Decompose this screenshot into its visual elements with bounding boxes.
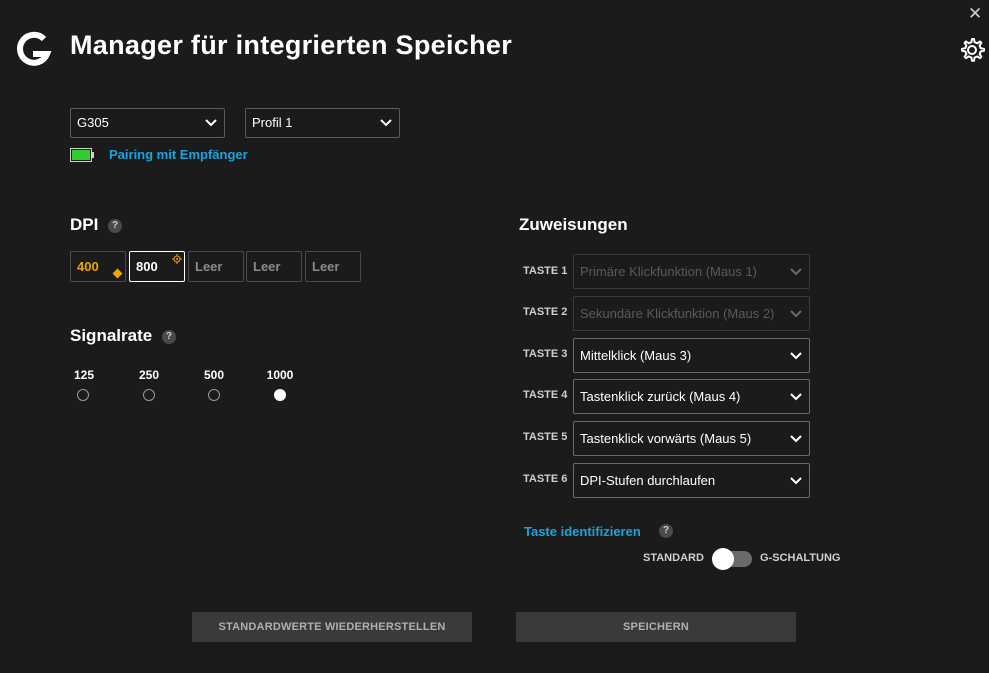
- signalrate-heading-text: Signalrate: [70, 326, 153, 345]
- rate-label-250: 250: [138, 368, 160, 382]
- rate-radio-1000[interactable]: [274, 389, 286, 401]
- assignment-value-1: Primäre Klickfunktion (Maus 1): [580, 264, 757, 279]
- logitech-g-logo-icon: [17, 31, 52, 66]
- assignment-value-6: DPI-Stufen durchlaufen: [580, 473, 716, 488]
- page-title: Manager für integrierten Speicher: [70, 30, 513, 60]
- dpi-stage-1[interactable]: 400: [70, 251, 126, 282]
- device-select[interactable]: G305: [70, 108, 225, 138]
- dpi-stage-2[interactable]: 800: [129, 251, 185, 282]
- chevron-down-icon: [790, 393, 802, 401]
- assignment-value-2: Sekundäre Klickfunktion (Maus 2): [580, 306, 775, 321]
- dpi-heading: DPI ?: [70, 215, 123, 235]
- key-label-6: TASTE 6: [523, 473, 568, 485]
- key-label-2: TASTE 2: [523, 306, 568, 318]
- dpi-help-icon[interactable]: ?: [108, 218, 123, 233]
- dpi-stage-2-value: 800: [136, 259, 158, 274]
- chevron-down-icon: [790, 268, 802, 276]
- assignment-value-3: Mittelklick (Maus 3): [580, 348, 692, 363]
- assignment-value-5: Tastenklick vorwärts (Maus 5): [580, 431, 752, 446]
- rate-label-1000: 1000: [266, 368, 294, 382]
- identify-key-link[interactable]: Taste identifizieren: [524, 524, 641, 539]
- restore-defaults-button[interactable]: STANDARDWERTE WIEDERHERSTELLEN: [192, 612, 472, 642]
- assignments-heading: Zuweisungen: [519, 215, 628, 234]
- assignment-select-4[interactable]: Tastenklick zurück (Maus 4): [573, 379, 810, 414]
- key-label-3: TASTE 3: [523, 348, 568, 360]
- assignment-select-5[interactable]: Tastenklick vorwärts (Maus 5): [573, 421, 810, 456]
- save-button[interactable]: SPEICHERN: [516, 612, 796, 642]
- gshift-toggle-knob[interactable]: [712, 548, 734, 570]
- assignment-select-3[interactable]: Mittelklick (Maus 3): [573, 338, 810, 373]
- assignment-select-1: Primäre Klickfunktion (Maus 1): [573, 254, 810, 289]
- rate-label-125: 125: [73, 368, 95, 382]
- rate-radio-250[interactable]: [143, 389, 155, 401]
- chevron-down-icon: [205, 119, 217, 127]
- dpi-stage-5-value: Leer: [312, 259, 340, 274]
- dpi-stage-5[interactable]: Leer: [305, 251, 361, 282]
- chevron-down-icon: [790, 435, 802, 443]
- chevron-down-icon: [790, 310, 802, 318]
- signalrate-heading: Signalrate ?: [70, 326, 176, 346]
- rate-label-500: 500: [203, 368, 225, 382]
- close-icon[interactable]: ✕: [968, 4, 982, 24]
- pairing-status: Pairing mit Empfänger: [109, 147, 248, 162]
- toggle-label-standard: STANDARD: [643, 552, 704, 564]
- default-dpi-diamond-icon: [112, 268, 123, 279]
- dpi-stage-4-value: Leer: [253, 259, 281, 274]
- crosshair-icon: [172, 254, 182, 264]
- toggle-label-gshift: G-SCHALTUNG: [760, 552, 841, 564]
- dpi-stage-3[interactable]: Leer: [188, 251, 244, 282]
- chevron-down-icon: [790, 352, 802, 360]
- dpi-stage-1-value: 400: [77, 259, 99, 274]
- dpi-stage-3-value: Leer: [195, 259, 223, 274]
- assignment-select-2: Sekundäre Klickfunktion (Maus 2): [573, 296, 810, 331]
- chevron-down-icon: [380, 119, 392, 127]
- signalrate-help-icon[interactable]: ?: [161, 329, 176, 344]
- key-label-1: TASTE 1: [523, 265, 568, 277]
- key-label-5: TASTE 5: [523, 431, 568, 443]
- rate-radio-500[interactable]: [208, 389, 220, 401]
- assignment-select-6[interactable]: DPI-Stufen durchlaufen: [573, 463, 810, 498]
- chevron-down-icon: [790, 477, 802, 485]
- gear-icon[interactable]: [958, 36, 986, 64]
- assignment-value-4: Tastenklick zurück (Maus 4): [580, 389, 741, 404]
- battery-full-icon: [70, 148, 94, 162]
- dpi-heading-text: DPI: [70, 215, 99, 234]
- dpi-stage-4[interactable]: Leer: [246, 251, 302, 282]
- device-select-value: G305: [77, 115, 109, 130]
- key-label-4: TASTE 4: [523, 389, 568, 401]
- profile-select[interactable]: Profil 1: [245, 108, 400, 138]
- identify-help-icon[interactable]: ?: [659, 524, 673, 538]
- profile-select-value: Profil 1: [252, 115, 293, 130]
- rate-radio-125[interactable]: [77, 389, 89, 401]
